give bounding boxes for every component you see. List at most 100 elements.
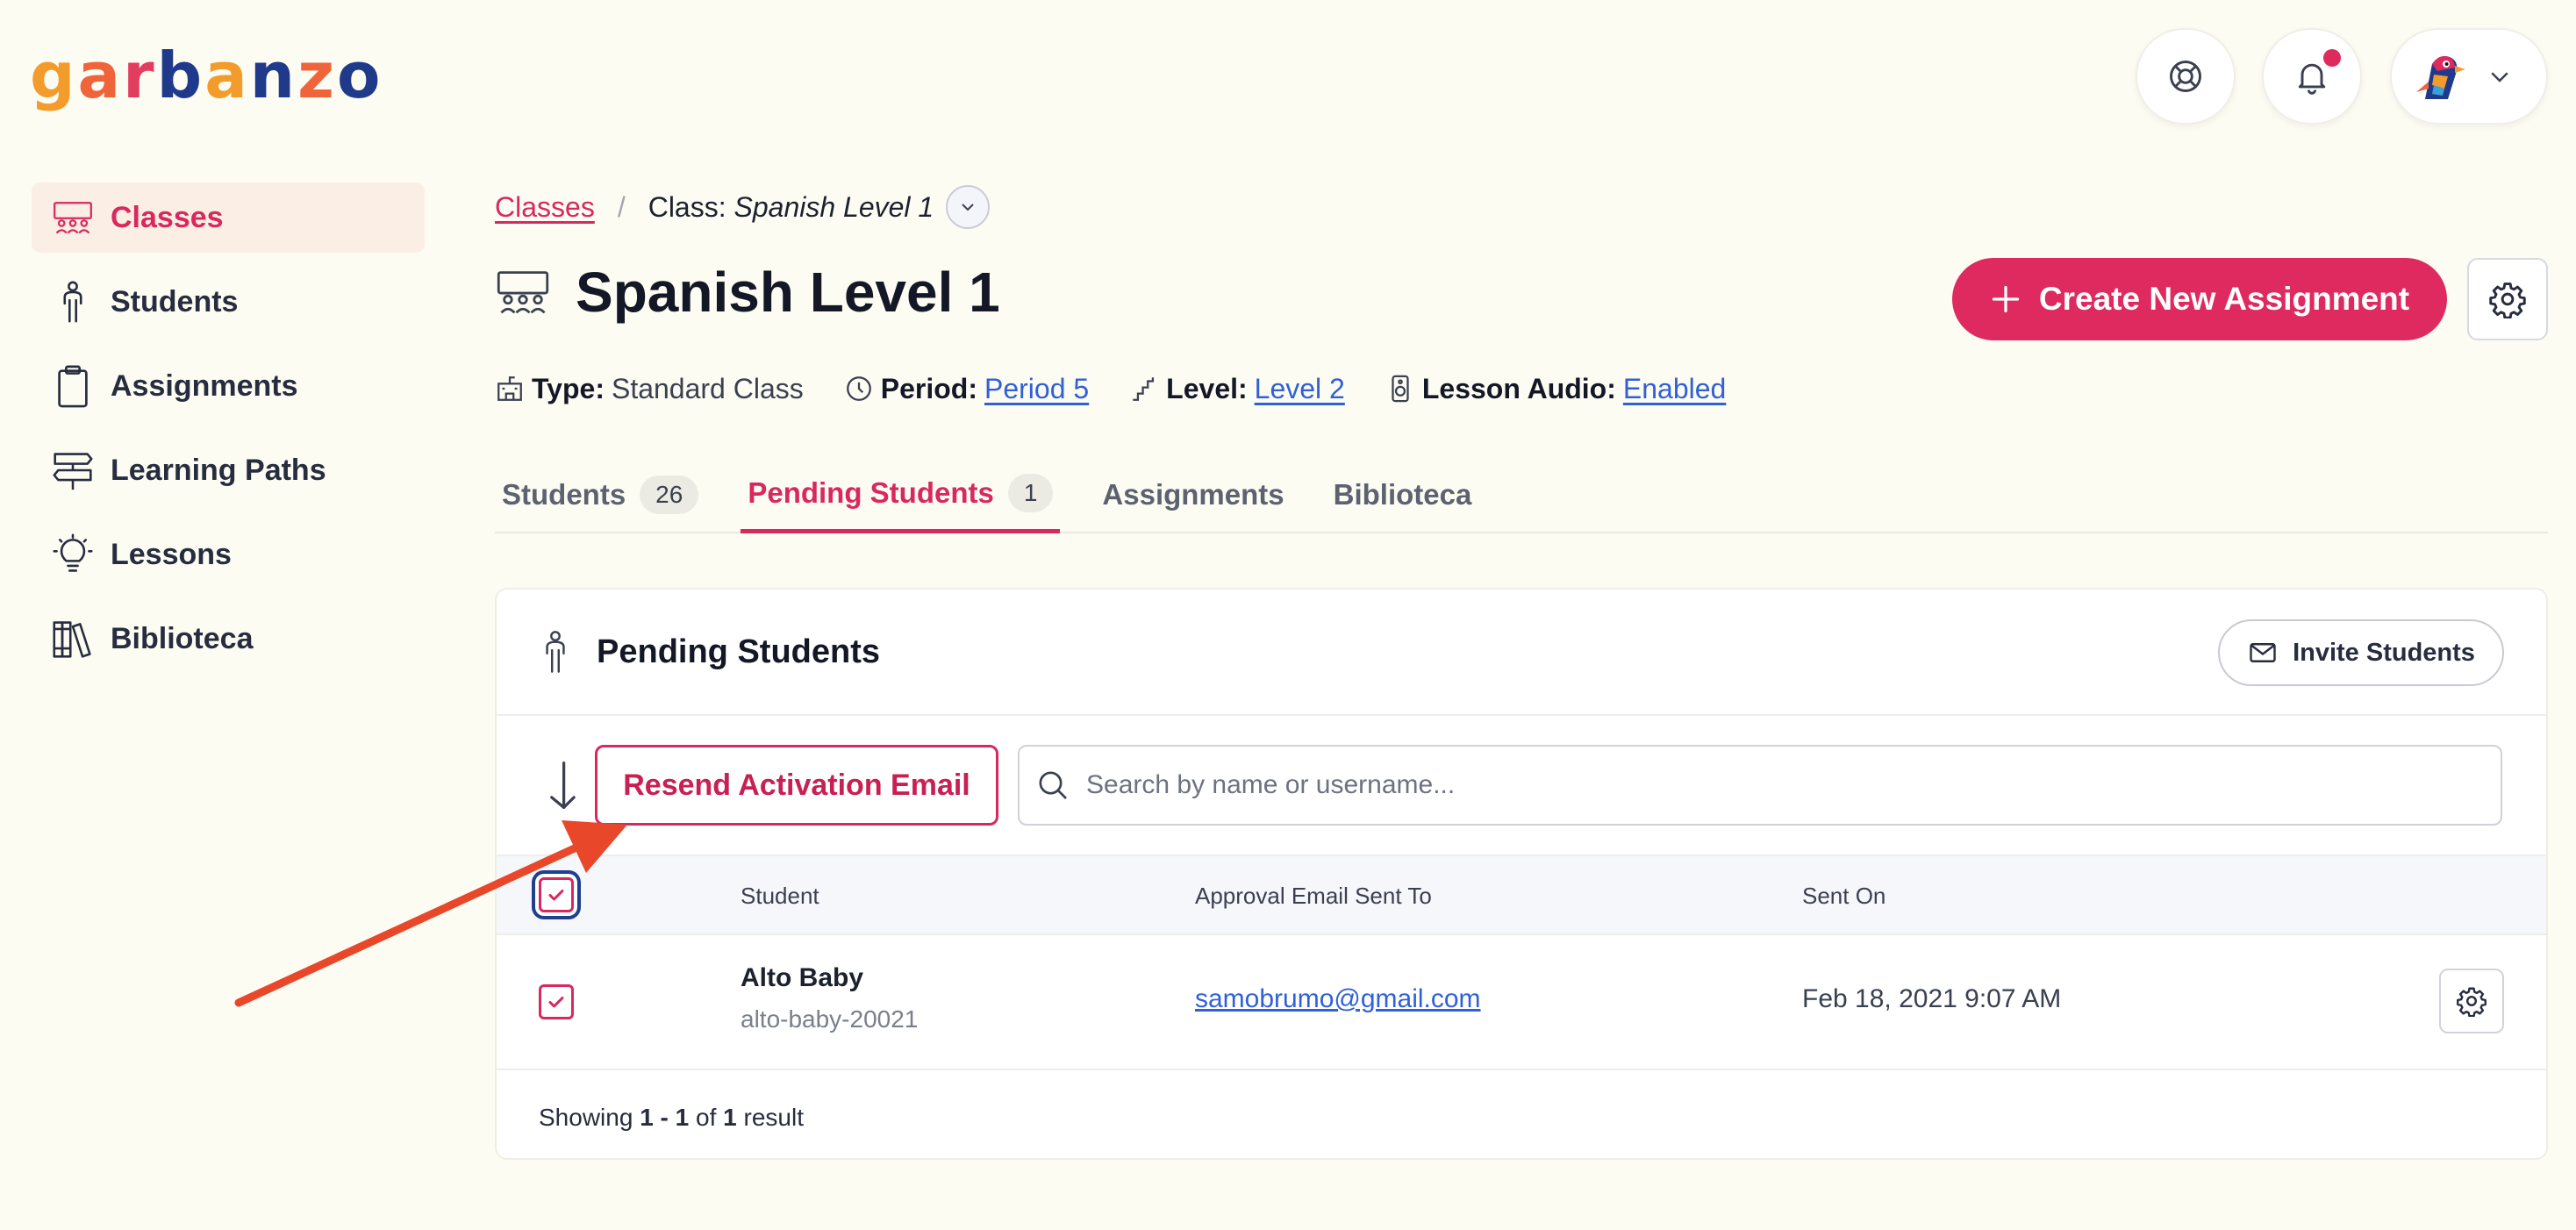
sort-icon[interactable] (542, 759, 577, 812)
tab-label: Biblioteca (1333, 478, 1472, 511)
stairs-icon (1133, 377, 1155, 401)
logo-letter: b (156, 39, 205, 112)
notification-badge (2323, 49, 2341, 67)
sidebar-item-lessons[interactable]: Lessons (32, 519, 425, 590)
tab-label: Pending Students (748, 476, 994, 509)
pagination-suffix: result (743, 1104, 804, 1131)
count-badge: 26 (640, 476, 699, 514)
student-icon (540, 630, 570, 674)
classroom-icon (51, 196, 95, 240)
column-header-email[interactable]: Approval Email Sent To (1195, 883, 1432, 910)
row-checkbox[interactable] (539, 984, 574, 1019)
create-new-assignment-label: Create New Assignment (2038, 281, 2410, 317)
speaker-icon (1392, 375, 1409, 403)
pagination-range: 1 - 1 (640, 1104, 690, 1131)
sidebar-item-assignments[interactable]: Assignments (32, 351, 425, 421)
help-button[interactable] (2136, 28, 2236, 125)
sent-on-date: Feb 18, 2021 9:07 AM (1802, 984, 2062, 1013)
meta-period-link[interactable]: Period 5 (984, 373, 1089, 405)
chevron-down-icon (962, 204, 974, 211)
breadcrumb-current: Class: Spanish Level 1 (648, 191, 934, 224)
user-menu-button[interactable] (2390, 28, 2548, 125)
lifebuoy-icon (2166, 57, 2205, 96)
tab-label: Assignments (1102, 478, 1284, 511)
notifications-button[interactable] (2262, 28, 2362, 125)
gear-icon (2488, 280, 2527, 318)
class-settings-button[interactable] (2467, 258, 2548, 340)
meta-audio-link[interactable]: Enabled (1623, 373, 1726, 405)
select-all-checkbox[interactable] (539, 877, 574, 912)
lightbulb-icon (51, 533, 95, 576)
count-badge: 1 (1007, 473, 1054, 512)
column-header-student[interactable]: Student (741, 883, 819, 910)
sidebar-item-label: Classes (111, 200, 224, 234)
classroom-icon (495, 269, 551, 315)
page-title: Spanish Level 1 (576, 261, 1000, 324)
sidebar-item-label: Students (111, 284, 239, 318)
invite-students-button[interactable]: Invite Students (2218, 619, 2504, 686)
checkmark-icon (548, 997, 564, 1008)
column-header-sent-on[interactable]: Sent On (1802, 883, 1885, 910)
meta-period-label: Period: (880, 372, 977, 404)
sidebar-item-classes[interactable]: Classes (32, 182, 425, 253)
pagination-prefix: Showing (539, 1104, 633, 1131)
gear-icon (2457, 987, 2487, 1017)
tab-label: Students (502, 478, 626, 511)
sidebar-item-students[interactable]: Students (32, 267, 425, 337)
meta-level-label: Level: (1166, 372, 1248, 404)
clock-icon (846, 376, 871, 401)
meta-audio-label: Lesson Audio: (1421, 372, 1616, 404)
meta-level: Level: Level 2 (1129, 373, 1345, 405)
logo-letter: a (204, 39, 250, 112)
logo-letter: z (297, 39, 337, 112)
tab-biblioteca[interactable]: Biblioteca (1327, 456, 1479, 533)
logo-letter: n (249, 39, 298, 112)
student-email-link[interactable]: samobrumo@gmail.com (1195, 984, 1481, 1014)
breadcrumb: Classes / Class: Spanish Level 1 (495, 182, 991, 232)
pagination-total: 1 (723, 1104, 737, 1131)
class-switcher-button[interactable] (946, 185, 991, 229)
search-input[interactable] (1086, 770, 2402, 800)
card-toolbar: Resend Activation Email (497, 716, 2546, 855)
meta-type-label: Type: (532, 372, 605, 404)
parrot-avatar (2409, 46, 2469, 106)
table-row: Alto Baby alto-baby-20021 samobrumo@gmai… (497, 935, 2546, 1070)
checkmark-icon (548, 890, 564, 901)
invite-students-label: Invite Students (2293, 638, 2475, 667)
student-icon (51, 280, 95, 324)
create-new-assignment-button[interactable]: Create New Assignment (1952, 258, 2447, 340)
page-header: Spanish Level 1 (495, 260, 1000, 325)
pagination-of: of (696, 1104, 717, 1131)
garbanzo-logo[interactable]: g a r b a n z o (30, 39, 383, 112)
pagination-summary: Showing 1 - 1 of 1 result (497, 1070, 2546, 1132)
sidebar-item-label: Assignments (111, 368, 298, 403)
logo-letter: r (123, 39, 157, 112)
row-settings-button[interactable] (2439, 969, 2504, 1033)
sidebar-item-label: Lessons (111, 537, 232, 571)
mail-icon (2250, 643, 2276, 662)
tab-students[interactable]: Students 26 (495, 456, 705, 533)
search-icon (1039, 771, 1067, 799)
sidebar-item-biblioteca[interactable]: Biblioteca (32, 604, 425, 674)
search-box[interactable] (1018, 745, 2502, 826)
clipboard-icon (51, 364, 95, 408)
tab-assignments[interactable]: Assignments (1095, 456, 1291, 533)
meta-period: Period: Period 5 (844, 373, 1089, 405)
student-name: Alto Baby (741, 963, 864, 992)
meta-level-link[interactable]: Level 2 (1255, 373, 1345, 405)
resend-activation-email-button[interactable]: Resend Activation Email (595, 745, 998, 826)
class-meta: Type: Standard Class Period: Period 5 Le… (495, 368, 1766, 409)
school-icon (497, 376, 522, 401)
breadcrumb-classes-link[interactable]: Classes (495, 191, 595, 224)
signpost-icon (51, 448, 95, 492)
breadcrumb-separator: / (617, 190, 626, 223)
student-username: alto-baby-20021 (741, 1005, 919, 1033)
books-icon (51, 617, 95, 661)
class-tabs: Students 26 Pending Students 1 Assignmen… (495, 456, 2548, 533)
sidebar-item-label: Learning Paths (111, 453, 326, 487)
meta-type-value: Standard Class (611, 372, 804, 404)
tab-pending-students[interactable]: Pending Students 1 (741, 456, 1061, 533)
logo-letter: a (77, 39, 124, 112)
sidebar-item-learning-paths[interactable]: Learning Paths (32, 435, 425, 505)
sidebar-item-label: Biblioteca (111, 621, 254, 655)
